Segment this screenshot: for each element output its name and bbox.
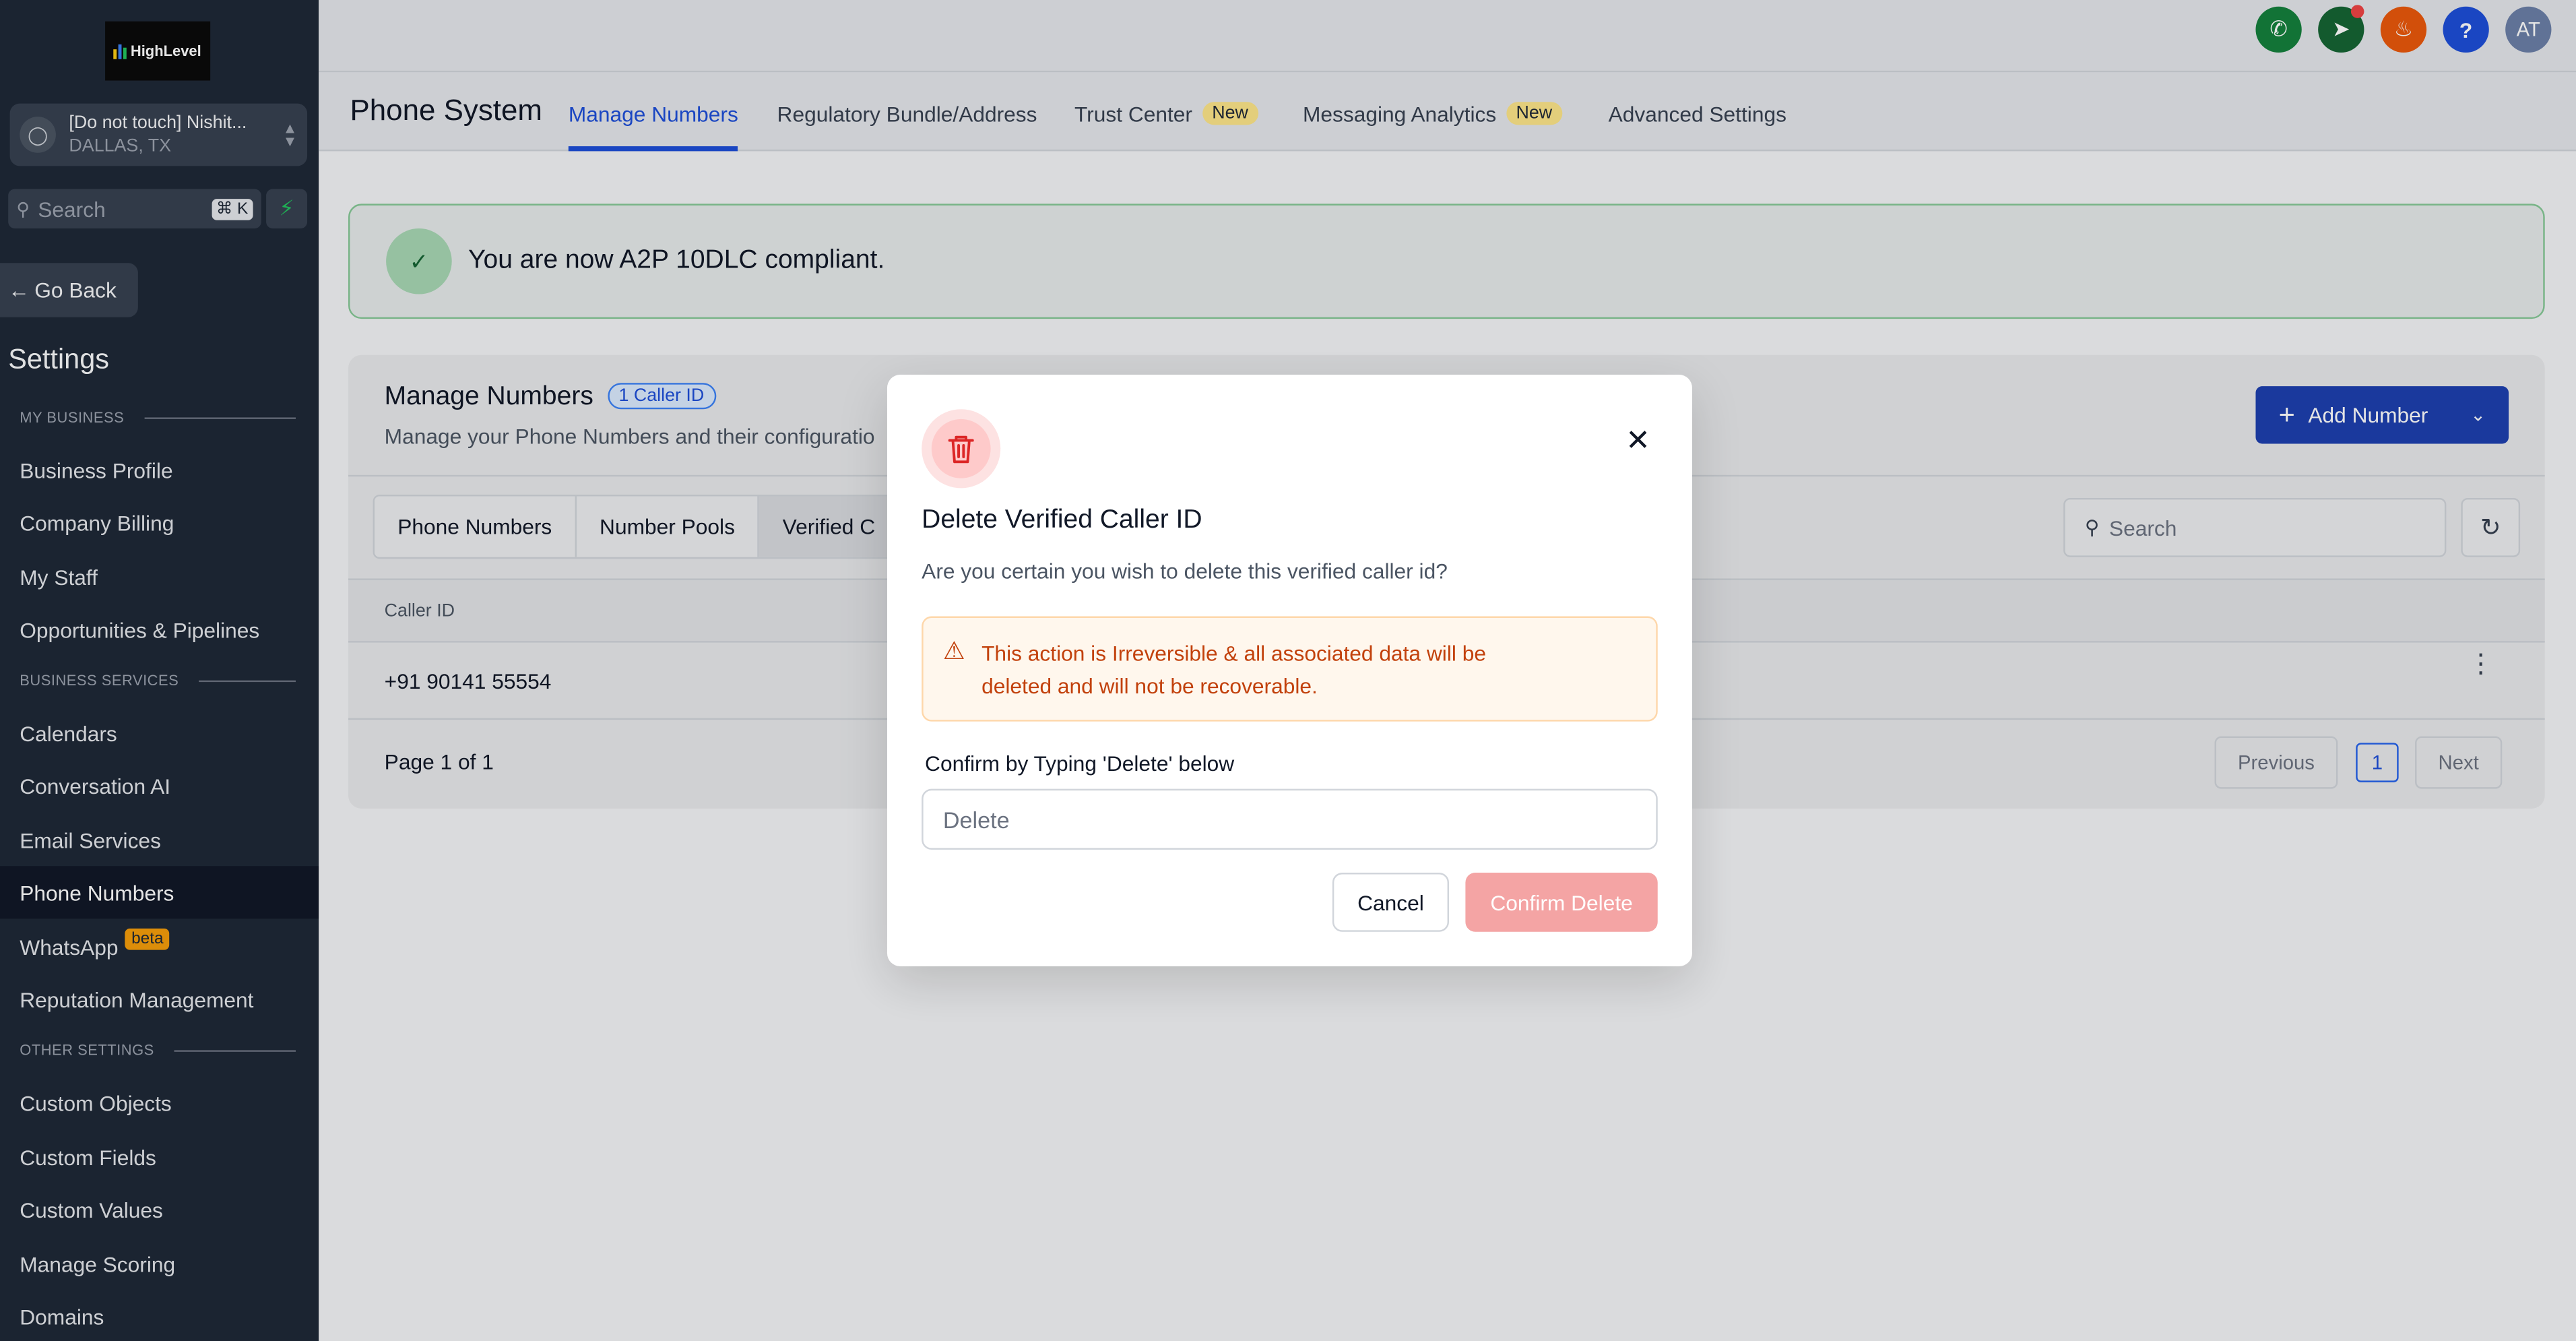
- irreversible-warning: ⚠ This action is Irreversible & all asso…: [922, 616, 1658, 722]
- close-icon[interactable]: ✕: [1621, 423, 1654, 457]
- cancel-button[interactable]: Cancel: [1332, 873, 1450, 932]
- warning-text: This action is Irreversible & all associ…: [981, 641, 1487, 699]
- confirm-delete-input[interactable]: [922, 788, 1658, 850]
- confirm-delete-label: Confirm by Typing 'Delete' below: [925, 751, 1235, 776]
- confirm-delete-button[interactable]: Confirm Delete: [1465, 873, 1658, 932]
- trash-icon: [922, 409, 1001, 489]
- modal-title: Delete Verified Caller ID: [922, 506, 1202, 534]
- warning-triangle-icon: ⚠: [942, 637, 965, 666]
- delete-caller-id-modal: ✕ Delete Verified Caller ID Are you cert…: [887, 375, 1692, 967]
- app-root: HighLevel ◯ [Do not touch] Nishit... DAL…: [0, 0, 2576, 1341]
- modal-subtitle: Are you certain you wish to delete this …: [922, 559, 1448, 584]
